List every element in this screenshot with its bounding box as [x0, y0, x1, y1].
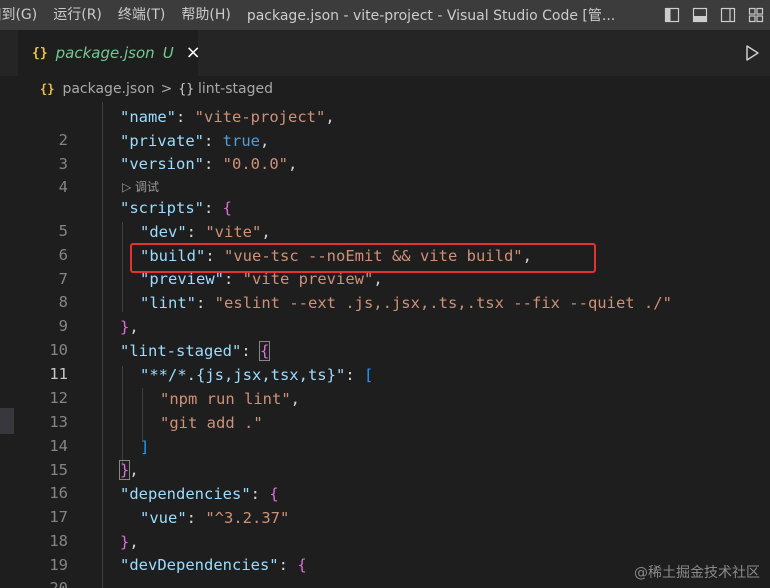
menu-run[interactable]: 运行(R): [45, 0, 110, 30]
vscode-window: ]到(G) 运行(R) 终端(T) 帮助(H) package.json - v…: [0, 0, 770, 588]
code-line: 12 "**/*.{js,jsx,tsx,ts}": [: [0, 364, 770, 407]
line-code: },: [120, 533, 139, 551]
json-file-icon: {}: [32, 45, 48, 61]
toggle-panel-icon[interactable]: [686, 0, 714, 30]
line-code: "dependencies": {: [120, 485, 279, 503]
code-line: 4 "version": "0.0.0",: [0, 153, 770, 196]
line-code: "version": "0.0.0",: [120, 155, 298, 173]
menu-help[interactable]: 帮助(H): [173, 0, 238, 30]
line-code: },: [118, 460, 139, 480]
breadcrumb-separator: >: [160, 81, 173, 97]
editor-tab-bar: {} package.json U ×: [0, 30, 770, 76]
code-line: 15 ]: [0, 436, 770, 479]
debug-codelens[interactable]: ▷ 调试: [122, 177, 159, 197]
code-line: 5 "scripts": {: [0, 197, 770, 240]
window-title: package.json - vite-project - Visual Stu…: [246, 8, 616, 24]
code-line: 17 "dependencies": {: [0, 483, 770, 526]
line-code: "devDependencies": {: [120, 556, 307, 574]
line-number: 4: [58, 178, 68, 196]
code-line: 6 "dev": "vite",: [0, 221, 770, 264]
code-line: 3 "private": true,: [0, 130, 770, 173]
code-line: 10 },: [0, 316, 770, 359]
code-editor[interactable]: 2 "name": "vite-project", 3 "private": t…: [0, 102, 770, 588]
menu-goto[interactable]: ]到(G): [0, 0, 45, 30]
layout-controls: [652, 0, 770, 30]
code-line-active: 11 "lint-staged": {: [0, 340, 770, 383]
run-icon[interactable]: [742, 43, 762, 63]
line-code: "npm run lint",: [160, 390, 300, 408]
line-code: "**/*.{js,jsx,tsx,ts}": [: [140, 366, 374, 384]
line-code: "dev": "vite",: [140, 223, 271, 241]
watermark: @稀土掘金技术社区: [634, 565, 760, 581]
menu-terminal[interactable]: 终端(T): [110, 0, 173, 30]
code-line: 19 },: [0, 531, 770, 574]
line-code: "vue": "^3.2.37": [140, 509, 290, 527]
code-line: 18 "vue": "^3.2.37": [0, 507, 770, 550]
code-line: 13 "npm run lint",: [0, 388, 770, 431]
line-code: "scripts": {: [120, 199, 233, 217]
code-line: 2 "name": "vite-project",: [0, 106, 770, 149]
line-number: 20: [49, 579, 68, 588]
toggle-primary-sidebar-icon[interactable]: [658, 0, 686, 30]
code-line: 16 },: [0, 459, 770, 502]
git-untracked-badge: U: [162, 44, 174, 62]
json-file-icon: {}: [40, 82, 55, 96]
highlight-annotation-box: [130, 243, 596, 273]
line-code: ]: [140, 438, 150, 456]
toggle-secondary-sidebar-icon[interactable]: [714, 0, 742, 30]
title-bar: ]到(G) 运行(R) 终端(T) 帮助(H) package.json - v…: [0, 0, 770, 30]
line-code: "private": true,: [120, 132, 270, 150]
code-line: 9 "lint": "eslint --ext .js,.jsx,.ts,.ts…: [0, 292, 770, 335]
code-line: 14 "git add .": [0, 412, 770, 455]
tab-label: package.json: [55, 44, 155, 62]
breadcrumb-section[interactable]: lint-staged: [198, 81, 273, 97]
line-code: "git add .": [160, 414, 263, 432]
line-code: "lint": "eslint --ext .js,.jsx,.ts,.tsx …: [140, 294, 672, 312]
close-icon[interactable]: ×: [186, 44, 201, 62]
customize-layout-icon[interactable]: [742, 0, 770, 30]
object-icon: {}: [178, 81, 195, 97]
breadcrumb: {} package.json > {} lint-staged: [0, 76, 770, 102]
line-code: "name": "vite-project",: [120, 108, 335, 126]
tab-package-json[interactable]: {} package.json U ×: [18, 30, 201, 76]
breadcrumb-file[interactable]: package.json: [62, 81, 154, 97]
line-code: "lint-staged": {: [120, 341, 271, 361]
line-code: },: [120, 318, 139, 336]
